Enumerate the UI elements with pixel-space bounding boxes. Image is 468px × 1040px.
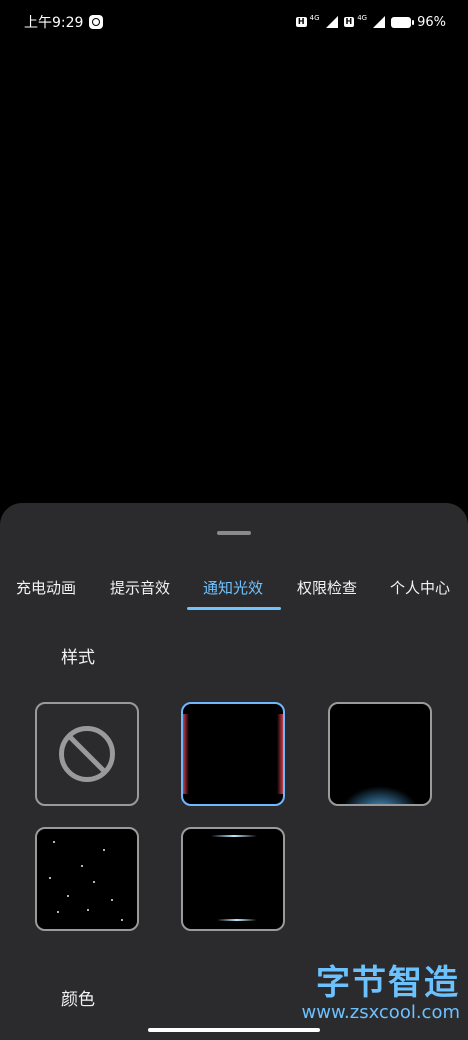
watermark-title: 字节智造	[316, 963, 460, 1003]
hd-icon: H	[295, 17, 307, 27]
app-notification-icon	[89, 15, 104, 29]
edge-glow-right	[277, 714, 283, 794]
signal-icon-2	[373, 16, 386, 28]
status-bar: 上午9:29 H 4G H 4G 96%	[0, 0, 468, 44]
style-option-top-bottom-lines[interactable]	[181, 827, 285, 931]
style-option-side-edge[interactable]	[181, 702, 285, 806]
star-dot	[57, 911, 59, 913]
star-dot	[67, 895, 69, 897]
star-dot	[49, 877, 51, 879]
hd-icon-2: H	[343, 17, 355, 27]
status-time: 上午9:29	[24, 15, 84, 31]
tab-bar: 充电动画 提示音效 通知光效 权限检查 个人中心	[0, 571, 468, 611]
status-right: H 4G H 4G 96%	[295, 14, 446, 30]
style-section-title: 样式	[61, 648, 95, 668]
tab-permission-check[interactable]: 权限检查	[297, 577, 357, 598]
star-dot	[87, 909, 89, 911]
signal-icon	[325, 16, 338, 28]
battery-icon	[391, 16, 415, 28]
tab-notification-sound[interactable]: 提示音效	[110, 577, 170, 598]
style-option-bottom-glow[interactable]	[328, 702, 432, 806]
line-effect-bottom	[217, 919, 257, 921]
status-left: 上午9:29	[24, 12, 104, 32]
battery-percentage: 96%	[417, 14, 446, 30]
tab-active-indicator	[187, 607, 281, 610]
star-dot	[121, 919, 123, 921]
line-effect-top	[211, 835, 257, 837]
app-screen: 上午9:29 H 4G H 4G 96% 充电动画 提示音效 通知光效 权限检查…	[0, 0, 468, 1040]
star-dot	[53, 841, 55, 843]
network-label-1: 4G	[309, 14, 320, 22]
color-section-title: 颜色	[61, 990, 95, 1010]
tab-personal-center[interactable]: 个人中心	[390, 577, 450, 598]
style-option-none[interactable]	[35, 702, 139, 806]
bottom-glow-effect	[340, 786, 420, 804]
style-option-star-particles[interactable]	[35, 827, 139, 931]
network-label-2: 4G	[357, 14, 368, 22]
tab-charging-animation[interactable]: 充电动画	[16, 577, 76, 598]
watermark: 字节智造 www.zsxcool.com	[302, 955, 460, 1023]
watermark-url: www.zsxcool.com	[301, 1002, 460, 1023]
star-dot	[103, 849, 105, 851]
star-dot	[81, 865, 83, 867]
none-icon	[59, 726, 115, 782]
edge-glow-left	[183, 714, 189, 794]
star-dot	[111, 899, 113, 901]
home-indicator[interactable]	[148, 1028, 320, 1032]
star-dot	[93, 881, 95, 883]
tab-notification-light[interactable]: 通知光效	[203, 577, 263, 598]
sheet-grabber[interactable]	[217, 531, 251, 535]
